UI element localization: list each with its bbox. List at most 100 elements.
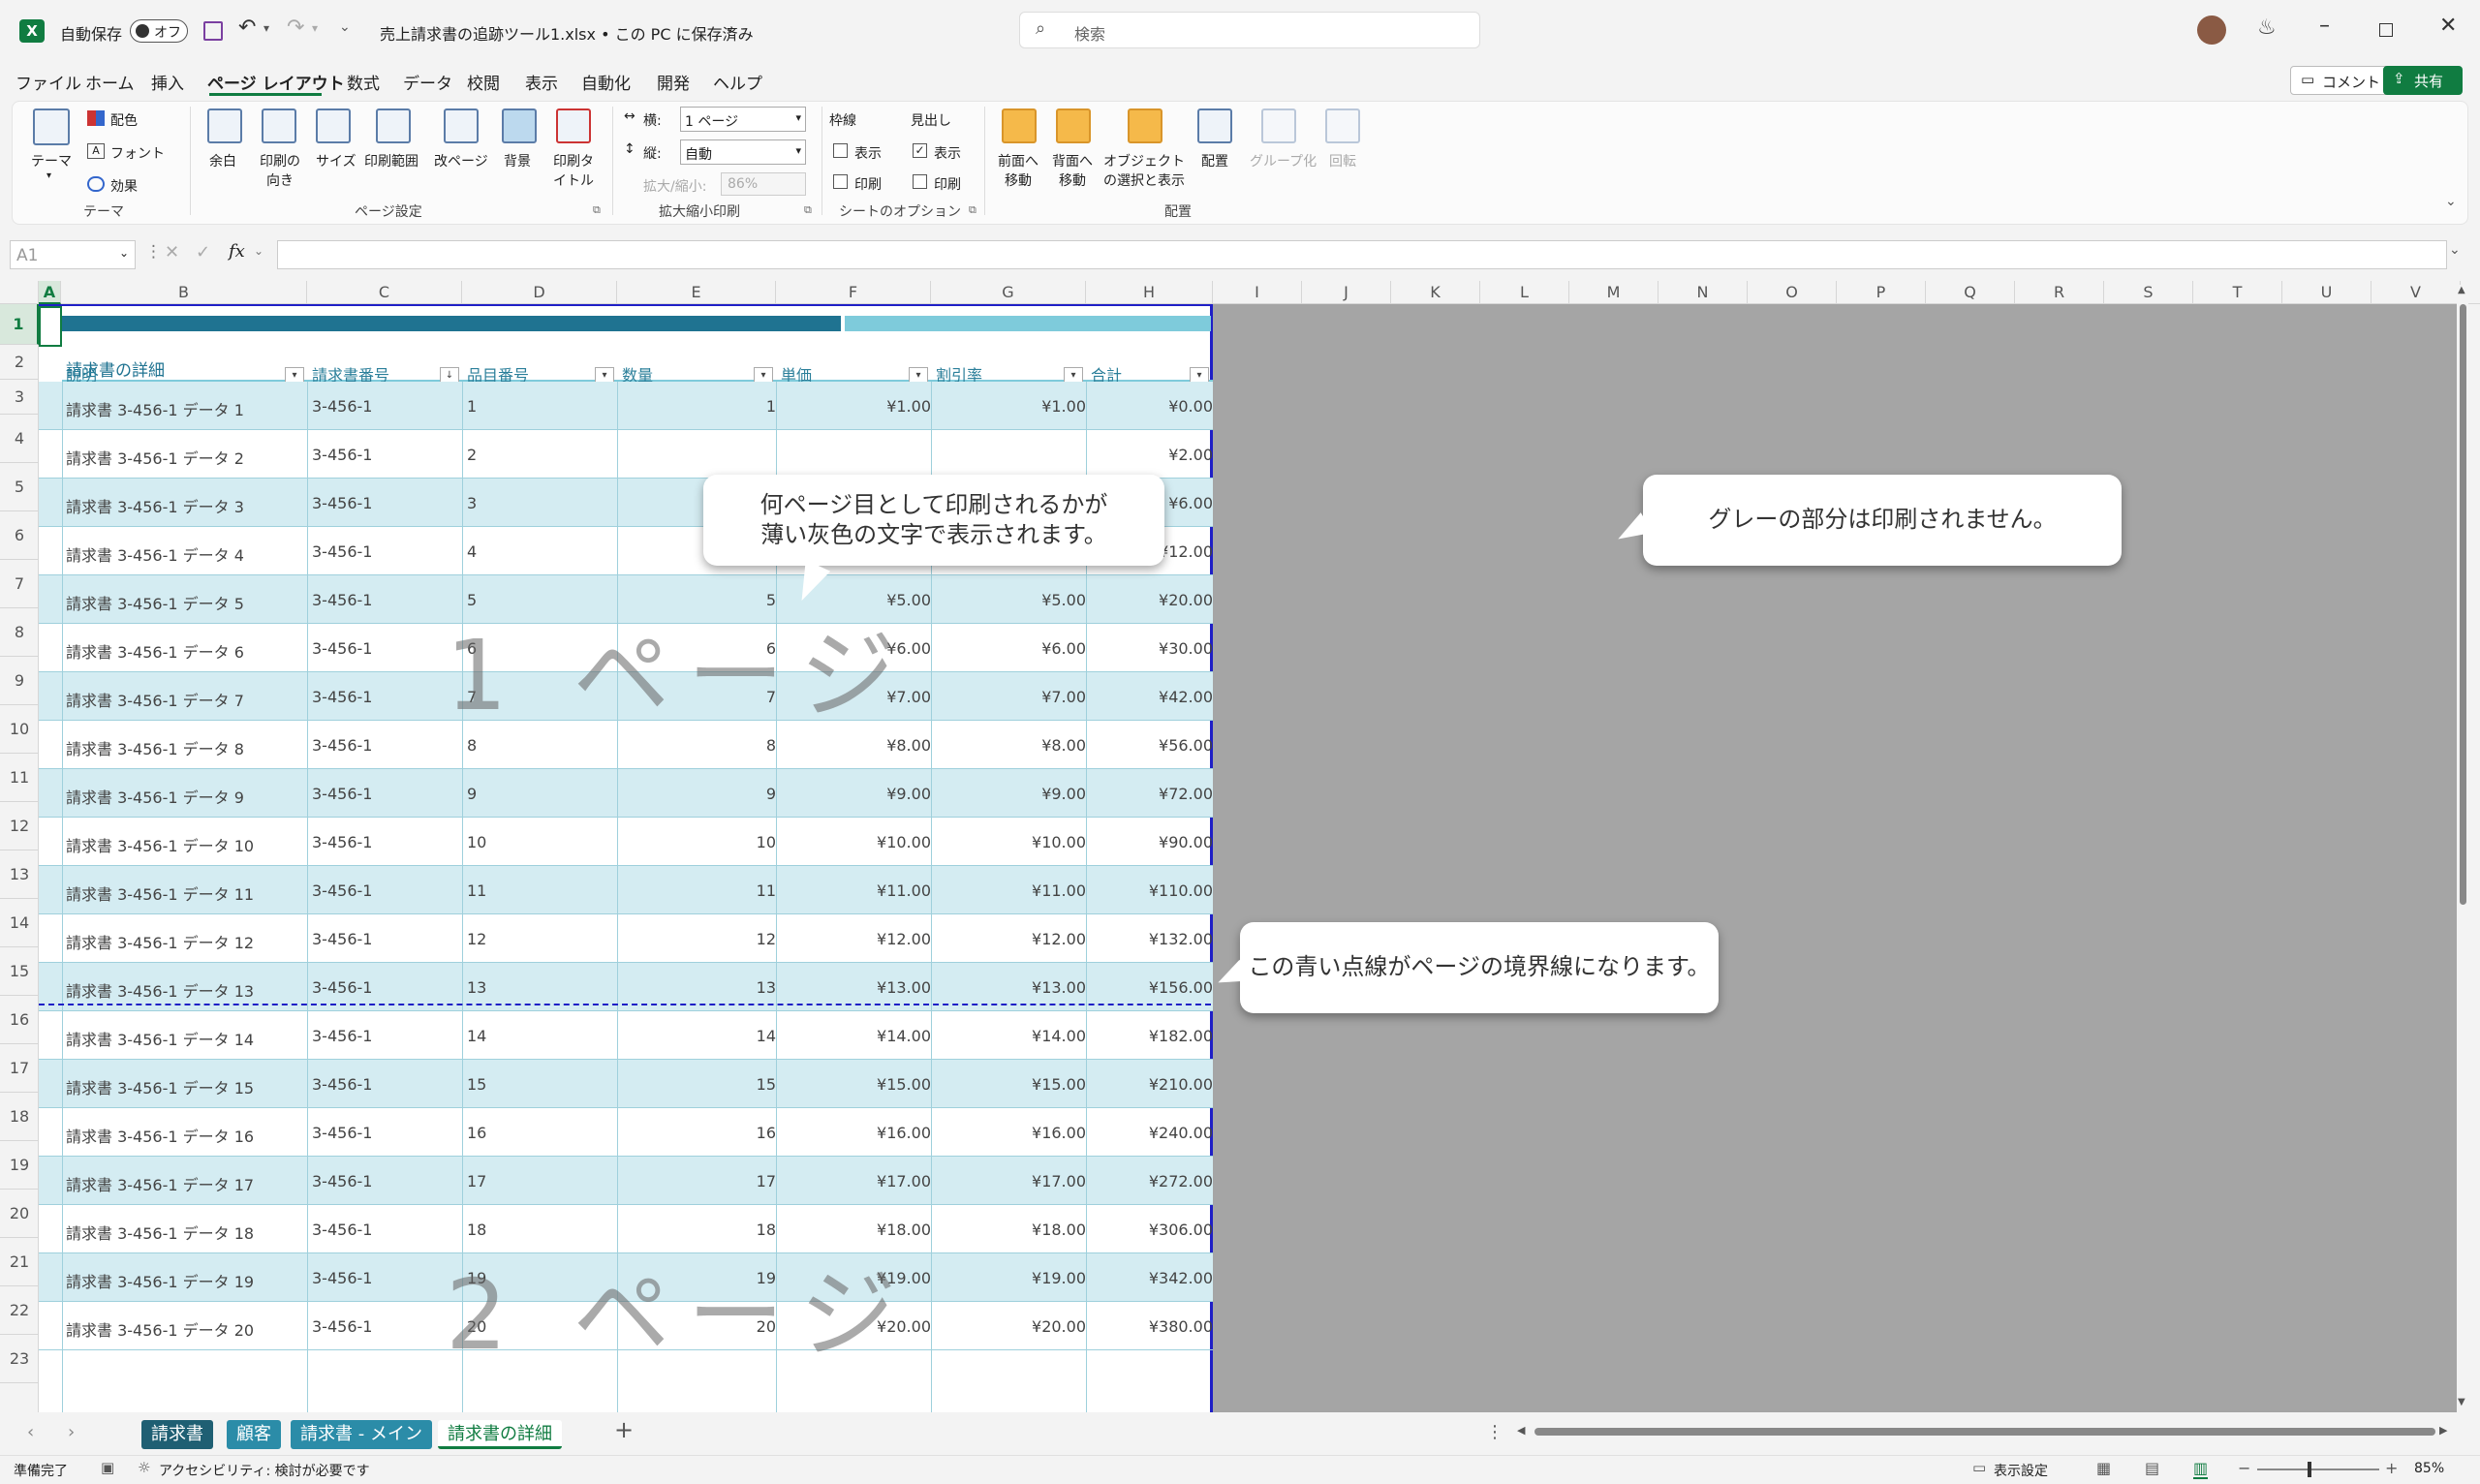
- table-cell[interactable]: 請求書 3-456-1 データ 18: [66, 1221, 307, 1244]
- display-settings-button[interactable]: 表示設定: [1994, 1461, 2048, 1480]
- scroll-down-icon[interactable]: ▼: [2458, 1397, 2465, 1407]
- align-icon[interactable]: [1197, 108, 1232, 143]
- table-cell[interactable]: ¥1.00: [781, 397, 931, 416]
- table-cell[interactable]: ¥110.00: [1091, 881, 1213, 900]
- table-cell[interactable]: 請求書 3-456-1 データ 8: [66, 736, 307, 759]
- row-header-23[interactable]: 23: [0, 1335, 39, 1383]
- table-cell[interactable]: 請求書 3-456-1 データ 10: [66, 833, 307, 856]
- table-cell[interactable]: ¥12.00: [781, 930, 931, 948]
- column-header-n[interactable]: N: [1658, 281, 1748, 304]
- enter-icon[interactable]: ✓: [196, 242, 210, 263]
- menu-insert[interactable]: 挿入: [151, 70, 184, 94]
- page-setup-launcher-icon[interactable]: ⧉: [593, 203, 601, 217]
- align-button[interactable]: 配置: [1201, 151, 1228, 170]
- table-cell[interactable]: ¥5.00: [936, 591, 1086, 609]
- table-cell[interactable]: ¥12.00: [936, 930, 1086, 948]
- vertical-scrollbar[interactable]: ▲ ▼: [2457, 285, 2468, 1412]
- table-cell[interactable]: 請求書 3-456-1 データ 14: [66, 1027, 307, 1050]
- table-cell[interactable]: 3-456-1: [312, 978, 462, 997]
- row-header-17[interactable]: 17: [0, 1044, 39, 1093]
- row-header-11[interactable]: 11: [0, 754, 39, 802]
- scroll-left-icon[interactable]: ◀: [1517, 1424, 1525, 1437]
- table-row[interactable]: 請求書 3-456-1 データ 10 3-456-1 10 10 ¥10.00 ¥10.0…: [39, 818, 1213, 866]
- table-cell[interactable]: 3-456-1: [312, 1124, 462, 1142]
- scale-launcher-icon[interactable]: ⧉: [804, 203, 812, 217]
- menu-review[interactable]: 校閲: [467, 70, 500, 94]
- table-cell[interactable]: ¥6.00: [936, 639, 1086, 658]
- expand-formula-icon[interactable]: ⌄: [2449, 242, 2461, 258]
- print-area-button[interactable]: 印刷範囲: [364, 151, 418, 170]
- table-cell[interactable]: 13: [622, 978, 776, 997]
- table-cell[interactable]: ¥11.00: [781, 881, 931, 900]
- rotate-icon[interactable]: [1325, 108, 1360, 143]
- row-header-14[interactable]: 14: [0, 899, 39, 947]
- column-header-d[interactable]: D: [462, 281, 617, 304]
- headings-print-checkbox[interactable]: [913, 174, 927, 189]
- menu-formulas[interactable]: 数式: [347, 70, 380, 94]
- table-row[interactable]: 請求書 3-456-1 データ 2 3-456-1 2 ¥2.00: [39, 430, 1213, 479]
- print-titles-button[interactable]: 印刷タイトル: [548, 151, 599, 190]
- zoom-slider[interactable]: [2257, 1462, 2379, 1477]
- tab-next-icon[interactable]: ›: [68, 1422, 75, 1442]
- margins-icon[interactable]: [207, 108, 242, 143]
- table-cell[interactable]: 13: [467, 978, 617, 997]
- orientation-button[interactable]: 印刷の向き: [256, 151, 304, 190]
- orientation-icon[interactable]: [262, 108, 296, 143]
- column-header-j[interactable]: J: [1302, 281, 1391, 304]
- macro-record-icon[interactable]: ▣: [101, 1459, 114, 1476]
- row-header-20[interactable]: 20: [0, 1190, 39, 1238]
- margins-button[interactable]: 余白: [209, 151, 236, 170]
- table-cell[interactable]: 12: [622, 930, 776, 948]
- row-header-3[interactable]: 3: [0, 380, 39, 415]
- menu-page-layout[interactable]: ページ レイアウト: [207, 70, 345, 94]
- headings-view-checkbox[interactable]: ✓: [913, 143, 927, 158]
- table-cell[interactable]: ¥18.00: [936, 1221, 1086, 1239]
- send-backward-icon[interactable]: [1056, 108, 1091, 143]
- table-cell[interactable]: 請求書 3-456-1 データ 17: [66, 1172, 307, 1195]
- theme-icon[interactable]: [33, 108, 70, 145]
- fx-chevron-down-icon[interactable]: ⌄: [254, 244, 264, 258]
- menu-automate[interactable]: 自動化: [581, 70, 631, 94]
- table-cell[interactable]: ¥11.00: [936, 881, 1086, 900]
- zoom-out-icon[interactable]: −: [2238, 1459, 2250, 1477]
- table-cell[interactable]: 3-456-1: [312, 542, 462, 561]
- table-cell[interactable]: ¥10.00: [781, 833, 931, 851]
- colors-button[interactable]: 配色: [110, 110, 138, 130]
- table-cell[interactable]: ¥7.00: [936, 688, 1086, 706]
- normal-view-icon[interactable]: ▦: [2096, 1459, 2111, 1477]
- tab-split-handle-icon[interactable]: ⋮: [1486, 1422, 1504, 1442]
- zoom-level[interactable]: 85%: [2414, 1461, 2444, 1476]
- row-header-18[interactable]: 18: [0, 1093, 39, 1141]
- table-cell[interactable]: 10: [622, 833, 776, 851]
- row-header-15[interactable]: 15: [0, 947, 39, 996]
- row-header-9[interactable]: 9: [0, 657, 39, 705]
- customize-qat-icon[interactable]: ⌄: [339, 19, 351, 35]
- column-header-q[interactable]: Q: [1926, 281, 2015, 304]
- table-row[interactable]: 請求書 3-456-1 データ 1 3-456-1 1 1 ¥1.00 ¥1.00 ¥0.0…: [39, 382, 1213, 430]
- vertical-scroll-thumb[interactable]: [2460, 304, 2466, 905]
- size-icon[interactable]: [316, 108, 351, 143]
- table-cell[interactable]: 3-456-1: [312, 1269, 462, 1287]
- group-icon[interactable]: [1261, 108, 1296, 143]
- table-cell[interactable]: 15: [622, 1075, 776, 1094]
- redo-icon[interactable]: ↷: [287, 15, 304, 40]
- table-cell[interactable]: 請求書 3-456-1 データ 13: [66, 978, 307, 1002]
- table-cell[interactable]: 8: [622, 736, 776, 755]
- table-cell[interactable]: 請求書 3-456-1 データ 3: [66, 494, 307, 517]
- selection-pane-button[interactable]: オブジェクトの選択と表示: [1102, 151, 1186, 190]
- row-header-2[interactable]: 2: [0, 345, 39, 380]
- row-header-5[interactable]: 5: [0, 463, 39, 511]
- table-cell[interactable]: 3-456-1: [312, 1317, 462, 1336]
- width-select[interactable]: 1 ページ ▾: [680, 107, 806, 132]
- table-cell[interactable]: 3: [467, 494, 617, 512]
- table-row[interactable]: 請求書 3-456-1 データ 17 3-456-1 17 17 ¥17.00 ¥17.0…: [39, 1157, 1213, 1205]
- row-header-4[interactable]: 4: [0, 415, 39, 463]
- table-cell[interactable]: 11: [467, 881, 617, 900]
- effects-button[interactable]: 効果: [110, 176, 138, 196]
- table-row[interactable]: 請求書 3-456-1 データ 11 3-456-1 11 11 ¥11.00 ¥11.0…: [39, 866, 1213, 914]
- table-cell[interactable]: 3-456-1: [312, 930, 462, 948]
- table-cell[interactable]: ¥132.00: [1091, 930, 1213, 948]
- table-cell[interactable]: ¥15.00: [781, 1075, 931, 1094]
- cancel-icon[interactable]: ✕: [165, 242, 179, 263]
- horizontal-scroll-thumb[interactable]: [1534, 1428, 2435, 1436]
